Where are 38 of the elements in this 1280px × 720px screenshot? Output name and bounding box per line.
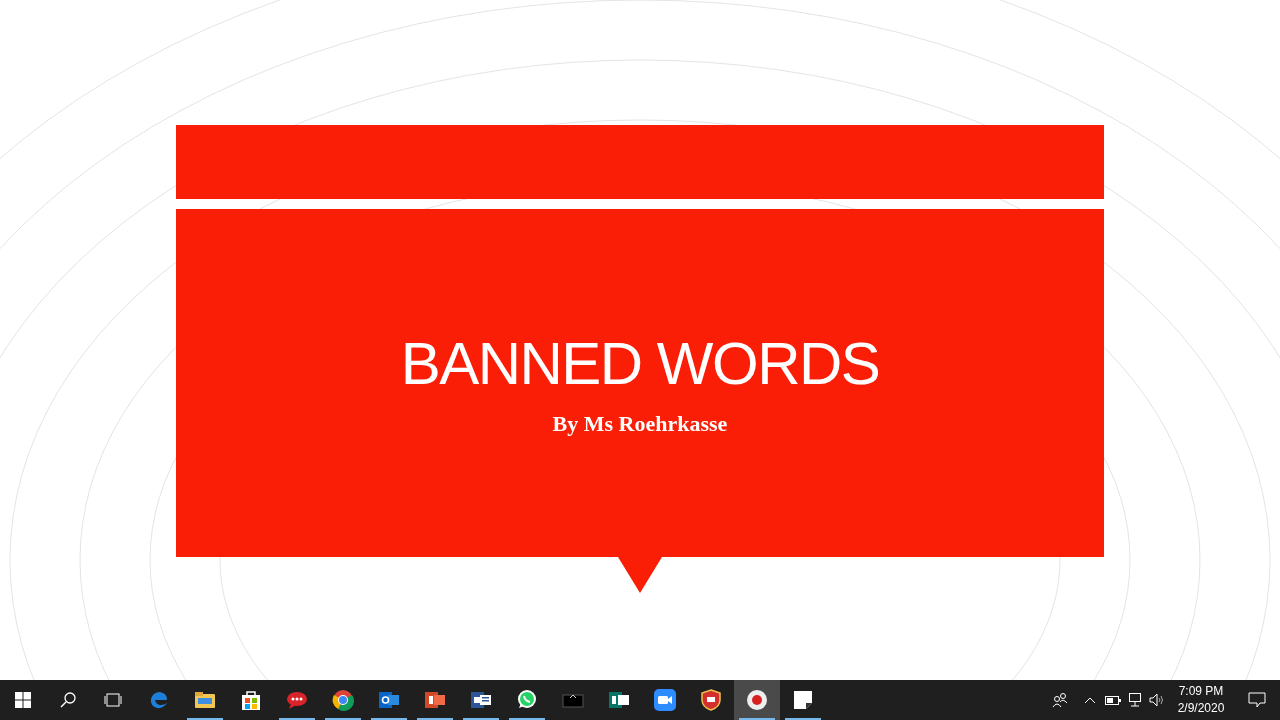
record-icon	[746, 689, 768, 711]
running-indicator	[739, 718, 775, 720]
running-indicator	[417, 718, 453, 720]
shield-icon	[700, 689, 722, 711]
running-indicator	[325, 718, 361, 720]
running-indicator	[187, 718, 223, 720]
note-icon	[792, 689, 814, 711]
network-icon	[1127, 693, 1143, 707]
speaker-icon	[1149, 693, 1165, 707]
people-icon	[1052, 693, 1068, 707]
mail-icon	[378, 689, 400, 711]
shopping-bag-icon	[240, 689, 262, 711]
spreadsheet-icon	[608, 689, 630, 711]
presentation-icon	[424, 689, 446, 711]
speech-bubble-outline-icon	[1248, 692, 1266, 708]
search-icon	[59, 692, 76, 708]
running-indicator	[785, 718, 821, 720]
running-indicator	[509, 718, 545, 720]
phone-bubble-icon	[516, 689, 538, 711]
speech-bubble-icon	[286, 689, 308, 711]
running-indicator	[371, 718, 407, 720]
slide-title: BANNED WORDS	[400, 329, 880, 399]
taskbar-app-button[interactable]	[734, 680, 780, 720]
clock-time: 7:09 PM	[1178, 683, 1224, 700]
windows-icon	[14, 692, 31, 708]
slide-subtitle: By Ms Roehrkasse	[552, 410, 728, 438]
running-indicator	[279, 718, 315, 720]
clock-date: 2/9/2020	[1177, 700, 1225, 717]
video-camera-icon	[654, 689, 676, 711]
battery-icon	[1105, 695, 1121, 705]
running-indicator	[463, 718, 499, 720]
globe-icon	[332, 689, 354, 711]
folder-icon	[194, 689, 216, 711]
clock[interactable]: 7:09 PM 2/9/2020	[1168, 680, 1234, 720]
document-icon	[470, 689, 492, 711]
e-swirl-icon	[149, 690, 169, 710]
chevron-up-icon	[1084, 696, 1096, 704]
task-view-icon	[104, 693, 122, 707]
